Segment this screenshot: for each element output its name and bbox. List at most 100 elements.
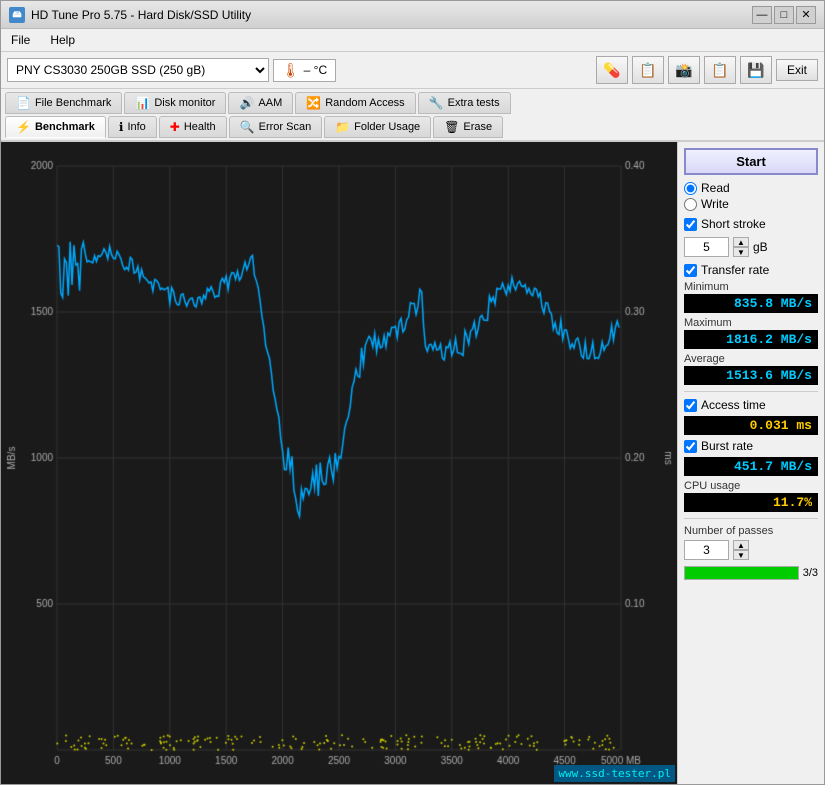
tab-extra-tests-label: Extra tests: [448, 97, 500, 109]
write-radio[interactable]: [684, 198, 697, 211]
short-stroke-input[interactable]: [684, 237, 729, 257]
divider-2: [684, 518, 818, 519]
divider-1: [684, 391, 818, 392]
tab-random-access-label: Random Access: [325, 97, 404, 109]
tab-erase-label: Erase: [463, 121, 492, 133]
tab-folder-usage-label: Folder Usage: [354, 121, 420, 133]
right-panel: Start Read Write Short stroke ▲: [677, 142, 824, 784]
close-button[interactable]: ✕: [796, 6, 816, 24]
min-value: 835.8 MB/s: [684, 294, 818, 313]
toolbar-btn-2[interactable]: 📋: [632, 56, 664, 84]
title-controls: — □ ✕: [752, 6, 816, 24]
passes-spinners: ▲ ▼: [733, 540, 749, 560]
toolbar-btn-5[interactable]: 💾: [740, 56, 772, 84]
tab-error-scan-label: Error Scan: [259, 121, 312, 133]
tab-disk-monitor-label: Disk monitor: [154, 97, 215, 109]
extra-tests-icon: 🔧: [429, 96, 444, 110]
tab-error-scan[interactable]: 🔍 Error Scan: [229, 116, 323, 138]
min-stat: Minimum 835.8 MB/s: [684, 281, 818, 313]
passes-down[interactable]: ▼: [733, 550, 749, 560]
progress-row: 3/3: [684, 566, 818, 580]
short-stroke-up[interactable]: ▲: [733, 237, 749, 247]
tab-health[interactable]: ✚ Health: [159, 116, 227, 138]
access-time-value: 0.031 ms: [684, 416, 818, 435]
min-label: Minimum: [684, 281, 818, 293]
write-label: Write: [701, 197, 729, 211]
passes-up[interactable]: ▲: [733, 540, 749, 550]
read-radio-item[interactable]: Read: [684, 181, 818, 195]
short-stroke-checkbox-item[interactable]: Short stroke: [684, 217, 818, 231]
tab-benchmark[interactable]: ⚡ Benchmark: [5, 116, 106, 138]
tab-row-2: ⚡ Benchmark ℹ Info ✚ Health 🔍 Error Scan…: [5, 116, 820, 138]
tab-info[interactable]: ℹ Info: [108, 116, 157, 138]
passes-stat: Number of passes ▲ ▼: [684, 525, 818, 562]
transfer-rate-label: Transfer rate: [701, 263, 769, 277]
menu-help[interactable]: Help: [44, 31, 81, 49]
cpu-stat: CPU usage 11.7%: [684, 480, 818, 512]
tab-random-access[interactable]: 🔀 Random Access: [295, 92, 415, 114]
health-icon: ✚: [170, 120, 180, 134]
cpu-label: CPU usage: [684, 480, 818, 492]
tab-erase[interactable]: 🗑 Erase: [433, 116, 503, 138]
progress-text: 3/3: [803, 567, 818, 579]
burst-rate-checkbox-item[interactable]: Burst rate: [684, 439, 818, 453]
erase-icon: 🗑: [444, 120, 459, 134]
read-label: Read: [701, 181, 730, 195]
max-stat: Maximum 1816.2 MB/s: [684, 317, 818, 349]
burst-rate-label: Burst rate: [701, 439, 753, 453]
toolbar-btn-1[interactable]: 💊: [596, 56, 628, 84]
max-value: 1816.2 MB/s: [684, 330, 818, 349]
tab-file-benchmark[interactable]: 📄 File Benchmark: [5, 92, 122, 114]
aam-icon: 🔊: [239, 96, 254, 110]
short-stroke-spinners: ▲ ▼: [733, 237, 749, 257]
passes-input[interactable]: [684, 540, 729, 560]
avg-value: 1513.6 MB/s: [684, 366, 818, 385]
toolbar-btn-4[interactable]: 📋: [704, 56, 736, 84]
menu-file[interactable]: File: [5, 31, 36, 49]
toolbar-btn-3[interactable]: 📸: [668, 56, 700, 84]
burst-rate-checkbox[interactable]: [684, 440, 697, 453]
benchmark-chart: [5, 146, 673, 784]
tab-folder-usage[interactable]: 📁 Folder Usage: [324, 116, 431, 138]
short-stroke-label: Short stroke: [701, 217, 766, 231]
access-time-checkbox[interactable]: [684, 399, 697, 412]
tab-info-label: Info: [127, 121, 145, 133]
write-radio-item[interactable]: Write: [684, 197, 818, 211]
maximize-button[interactable]: □: [774, 6, 794, 24]
progress-bar-container: [684, 566, 799, 580]
app-icon: 🖴: [9, 7, 25, 23]
main-window: 🖴 HD Tune Pro 5.75 - Hard Disk/SSD Utili…: [0, 0, 825, 785]
read-radio[interactable]: [684, 182, 697, 195]
temperature-value: – °C: [304, 63, 327, 77]
transfer-rate-checkbox[interactable]: [684, 264, 697, 277]
tab-benchmark-label: Benchmark: [35, 121, 95, 133]
short-stroke-unit: gB: [753, 240, 768, 254]
burst-rate-stat: 451.7 MB/s: [684, 457, 818, 476]
short-stroke-spinner-row: ▲ ▼ gB: [684, 237, 818, 257]
progress-bar-fill: [685, 567, 798, 579]
tab-disk-monitor[interactable]: 📊 Disk monitor: [124, 92, 226, 114]
burst-rate-value: 451.7 MB/s: [684, 457, 818, 476]
start-button[interactable]: Start: [684, 148, 818, 175]
avg-stat: Average 1513.6 MB/s: [684, 353, 818, 385]
short-stroke-checkbox[interactable]: [684, 218, 697, 231]
mode-radio-group: Read Write: [684, 179, 818, 213]
tab-extra-tests[interactable]: 🔧 Extra tests: [418, 92, 511, 114]
transfer-rate-checkbox-item[interactable]: Transfer rate: [684, 263, 818, 277]
tab-health-label: Health: [184, 121, 216, 133]
tab-aam[interactable]: 🔊 AAM: [228, 92, 293, 114]
access-time-label: Access time: [701, 398, 766, 412]
short-stroke-down[interactable]: ▼: [733, 247, 749, 257]
minimize-button[interactable]: —: [752, 6, 772, 24]
file-benchmark-icon: 📄: [16, 96, 31, 110]
chart-area: www.ssd-tester.pl: [1, 142, 677, 784]
exit-button[interactable]: Exit: [776, 59, 818, 81]
avg-label: Average: [684, 353, 818, 365]
passes-label: Number of passes: [684, 525, 818, 537]
thermometer-icon: 🌡: [282, 62, 300, 79]
error-scan-icon: 🔍: [240, 120, 255, 134]
access-time-checkbox-item[interactable]: Access time: [684, 398, 818, 412]
access-time-stat: 0.031 ms: [684, 416, 818, 435]
main-area: www.ssd-tester.pl Start Read Write Short…: [1, 142, 824, 784]
drive-selector[interactable]: PNY CS3030 250GB SSD (250 gB): [7, 58, 269, 82]
